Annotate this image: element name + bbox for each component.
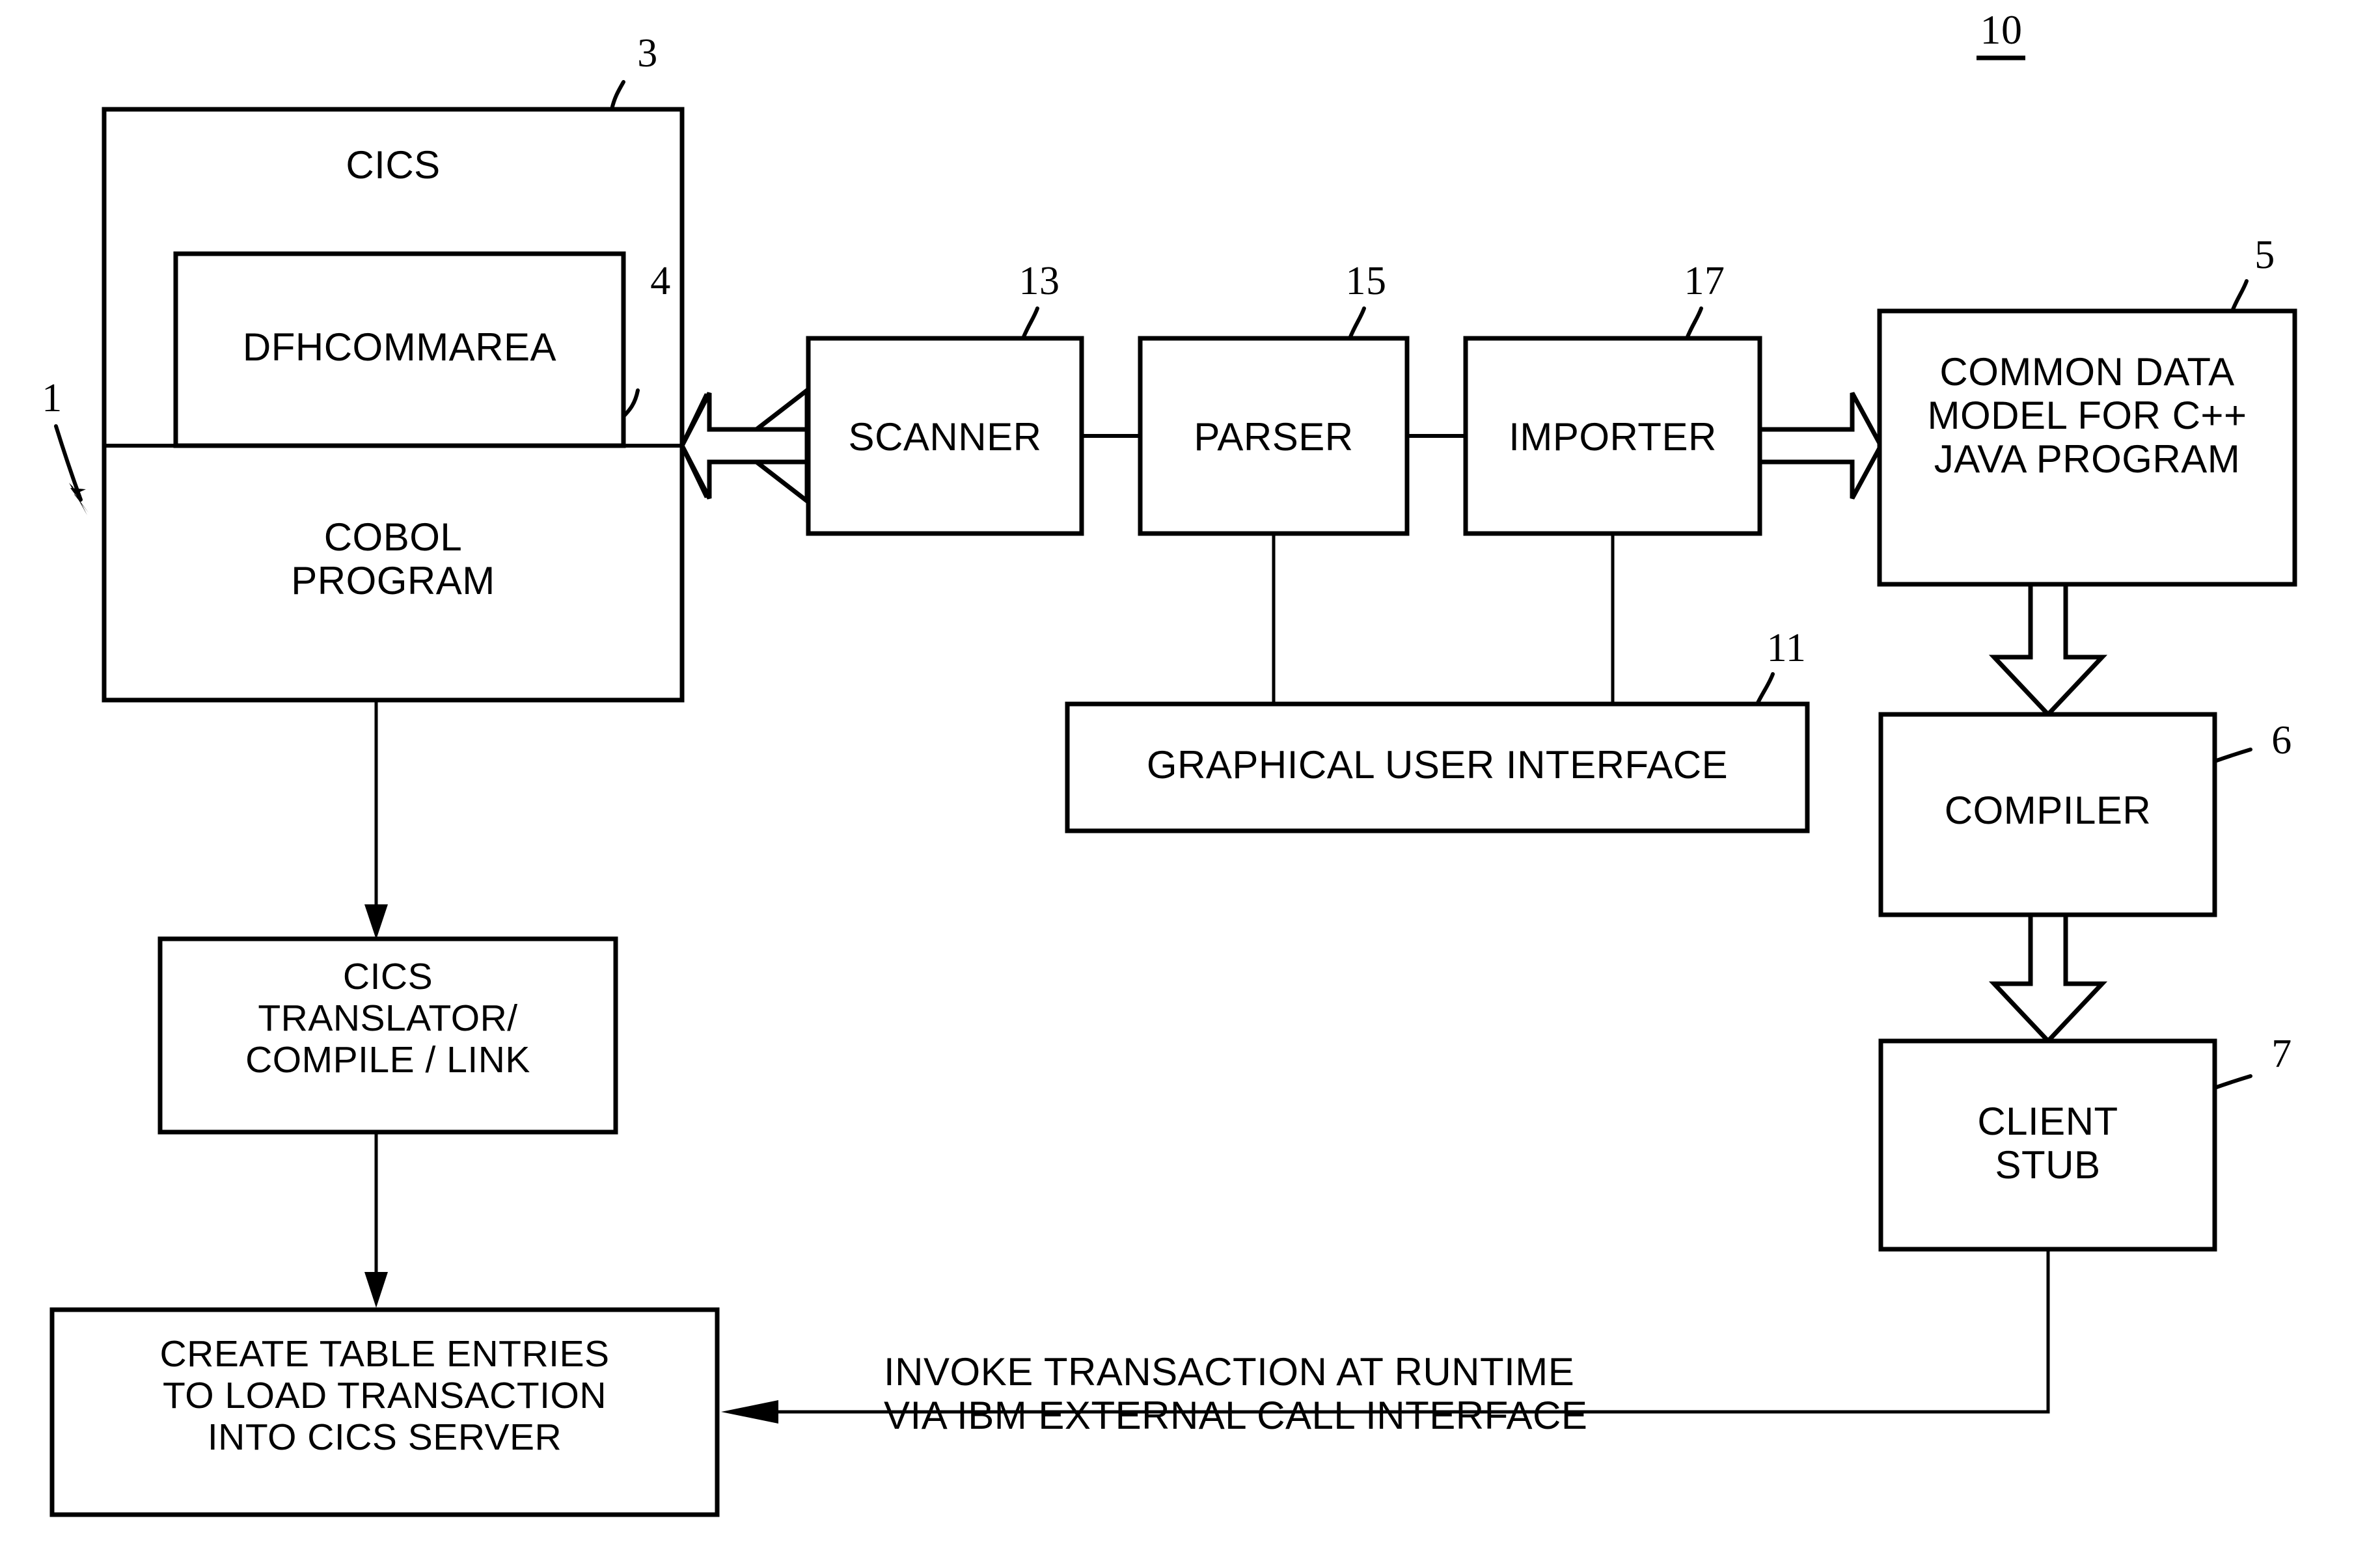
importer-reference-number: 17 (1684, 259, 1725, 303)
parser-label: PARSER (1194, 415, 1354, 459)
gui-label: GRAPHICAL USER INTERFACE (1146, 743, 1729, 787)
compiler-to-clientstub-arrow (1988, 912, 2108, 1045)
cics-reference-number: 3 (637, 31, 658, 75)
cics-translator-label: CICS TRANSLATOR/ COMPILE / LINK (245, 956, 530, 1081)
common-data-model-label: COMMON DATA MODEL FOR C++ JAVA PROGRAM (1927, 350, 2247, 481)
figure-reference-number: 10 (1980, 7, 2023, 53)
system-reference-number: 1 (42, 376, 62, 420)
cdm-to-compiler-arrow (1988, 582, 2108, 718)
dfhcommarea-label: DFHCOMMAREA (242, 325, 557, 369)
patent-figure: 10 1 CICS 3 DFHCOMMAREA 4 COBOL PROGRAM … (0, 0, 2367, 1568)
clientstub-to-createtable-arrowhead (721, 1400, 778, 1424)
leader-ref-17 (1685, 306, 1703, 340)
scanner-reference-number: 13 (1019, 259, 1060, 303)
leader-ref-13 (1021, 306, 1039, 340)
create-table-entries-label: CREATE TABLE ENTRIES TO LOAD TRANSACTION… (159, 1333, 610, 1458)
translator-to-create-arrowhead (364, 1272, 388, 1308)
client-stub-label: CLIENT STUB (1977, 1100, 2118, 1187)
common-data-model-reference-number: 5 (2254, 233, 2275, 277)
client-stub-reference-number: 7 (2271, 1032, 2292, 1076)
importer-label: IMPORTER (1509, 415, 1717, 459)
parser-reference-number: 15 (1345, 259, 1387, 303)
importer-to-cdm-arrow (1757, 392, 1883, 500)
leader-ref-6 (2213, 748, 2252, 763)
leader-ref-3 (610, 80, 625, 111)
dfhcommarea-reference-number: 4 (650, 259, 671, 303)
cobol-to-translator-arrowhead (364, 904, 388, 939)
leader-ref-11 (1755, 672, 1775, 706)
leader-ref-5 (2230, 279, 2249, 313)
leader-ref-7 (2213, 1074, 2252, 1090)
cobol-program-label: COBOL PROGRAM (291, 515, 495, 603)
compiler-label: COMPILER (1944, 789, 2152, 832)
scanner-label: SCANNER (848, 415, 1042, 459)
gui-reference-number: 11 (1766, 626, 1807, 670)
leader-ref-15 (1348, 306, 1366, 340)
compiler-reference-number: 6 (2271, 718, 2292, 763)
cics-label: CICS (346, 143, 441, 187)
invoke-transaction-annotation: INVOKE TRANSACTION AT RUNTIME VIA IBM EX… (884, 1350, 1588, 1438)
